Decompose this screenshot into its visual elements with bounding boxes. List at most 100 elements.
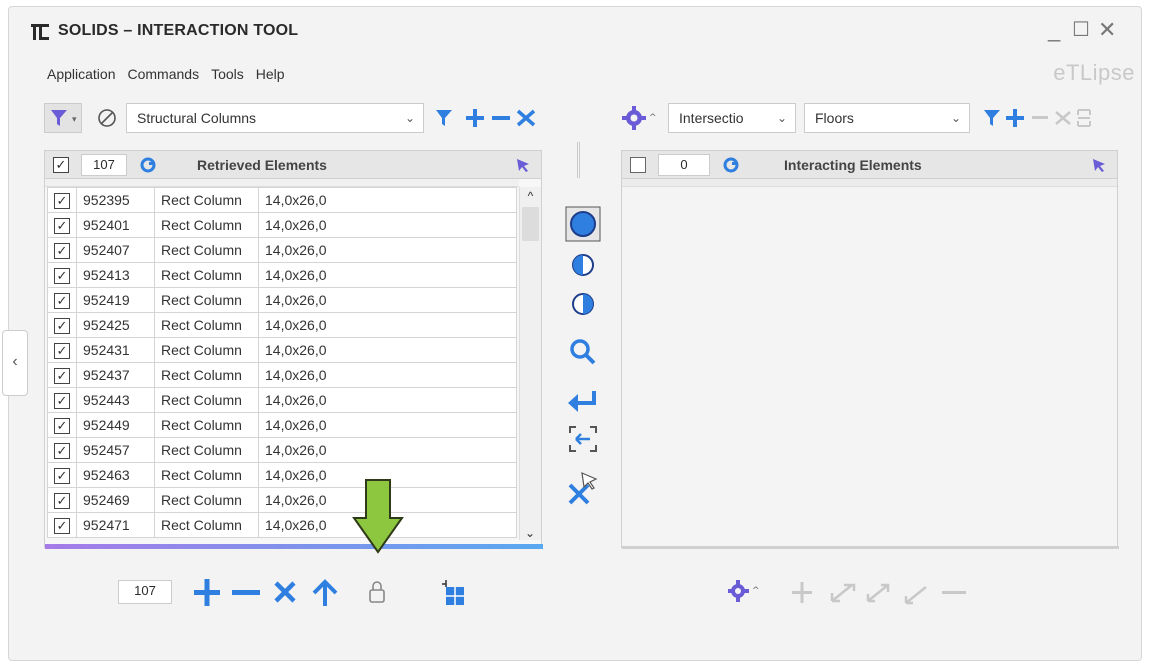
row-checkbox[interactable]: ✓: [54, 467, 70, 484]
no-filter-icon[interactable]: [95, 106, 119, 130]
menu-application[interactable]: Application: [47, 66, 116, 82]
panel-accent-bar: [45, 544, 543, 549]
refresh-icon[interactable]: [722, 156, 740, 174]
filter-dropdown-button[interactable]: ▾: [44, 103, 82, 133]
left-half-icon[interactable]: [572, 254, 594, 276]
menu-commands[interactable]: Commands: [128, 66, 200, 82]
select-all-checkbox[interactable]: ✓: [53, 156, 69, 173]
lock-icon[interactable]: [369, 581, 385, 603]
row-checkbox-cell: ✓: [47, 312, 77, 338]
table-row[interactable]: ✓ 952407 Rect Column 14,0x26,0: [47, 237, 517, 263]
left-bottom-toolbar: [194, 579, 464, 606]
mode-dropdown[interactable]: Intersectio ⌄: [668, 103, 796, 133]
table-row[interactable]: ✓ 952469 Rect Column 14,0x26,0: [47, 487, 517, 513]
row-checkbox[interactable]: ✓: [54, 392, 70, 409]
row-checkbox-cell: ✓: [47, 262, 77, 288]
row-checkbox[interactable]: ✓: [54, 217, 70, 234]
element-size-cell: 14,0x26,0: [258, 387, 517, 413]
full-intersection-icon[interactable]: [565, 206, 601, 242]
arrow-up-icon[interactable]: [312, 579, 338, 606]
add-icon: [792, 582, 812, 603]
highlight-arrow: [352, 479, 404, 554]
table-row[interactable]: ✓ 952425 Rect Column 14,0x26,0: [47, 312, 517, 338]
select-into-icon[interactable]: [569, 426, 597, 452]
row-checkbox-cell: ✓: [47, 287, 77, 313]
brand-logo: eTLipse: [1053, 60, 1135, 85]
panel-bottom-bar: [622, 546, 1119, 549]
row-checkbox[interactable]: ✓: [54, 367, 70, 384]
target-category-dropdown[interactable]: Floors ⌄: [804, 103, 970, 133]
interacting-header: 0 Interacting Elements: [622, 151, 1117, 179]
row-checkbox[interactable]: ✓: [54, 292, 70, 309]
add-icon[interactable]: [194, 579, 220, 606]
row-checkbox[interactable]: ✓: [54, 267, 70, 284]
remove-icon[interactable]: [232, 590, 260, 595]
svg-text:^: ^: [649, 113, 657, 123]
retrieved-header: ✓ 107 Retrieved Elements: [45, 151, 541, 179]
row-checkbox[interactable]: ✓: [54, 317, 70, 334]
table-row[interactable]: ✓ 952431 Rect Column 14,0x26,0: [47, 337, 517, 363]
table-row[interactable]: ✓ 952449 Rect Column 14,0x26,0: [47, 412, 517, 438]
table-row[interactable]: ✓ 952395 Rect Column 14,0x26,0: [47, 187, 517, 213]
interacting-title: Interacting Elements: [784, 156, 922, 173]
clear-icon[interactable]: [274, 581, 296, 603]
return-arrow-icon[interactable]: [568, 391, 596, 412]
add-icon[interactable]: [466, 109, 484, 127]
row-checkbox-cell: ✓: [47, 237, 77, 263]
element-id-cell: 952437: [76, 362, 155, 388]
minimize-button[interactable]: _: [1048, 18, 1060, 42]
element-id-cell: 952471: [76, 512, 155, 538]
add-icon[interactable]: [1006, 109, 1024, 127]
category-dropdown[interactable]: Structural Columns ⌄: [126, 103, 424, 133]
table-row[interactable]: ✓ 952457 Rect Column 14,0x26,0: [47, 437, 517, 463]
filter-add-icon[interactable]: [436, 110, 452, 126]
vertical-scrollbar[interactable]: ^ ⌄: [519, 187, 541, 540]
filter-add-icon[interactable]: [984, 110, 1000, 126]
remove-icon[interactable]: [492, 116, 510, 120]
maximize-button[interactable]: ☐: [1072, 18, 1090, 42]
row-checkbox-cell: ✓: [47, 362, 77, 388]
table-row[interactable]: ✓ 952471 Rect Column 14,0x26,0: [47, 512, 517, 538]
clear-selection-icon[interactable]: [568, 472, 598, 505]
table-row[interactable]: ✓ 952437 Rect Column 14,0x26,0: [47, 362, 517, 388]
scroll-down-icon[interactable]: ⌄: [520, 526, 540, 540]
right-half-icon[interactable]: [572, 293, 594, 315]
table-row[interactable]: ✓ 952401 Rect Column 14,0x26,0: [47, 212, 517, 238]
row-checkbox[interactable]: ✓: [54, 417, 70, 434]
row-checkbox[interactable]: ✓: [54, 242, 70, 259]
row-checkbox[interactable]: ✓: [54, 192, 70, 209]
table-row[interactable]: ✓ 952413 Rect Column 14,0x26,0: [47, 262, 517, 288]
gear-icon[interactable]: ^: [728, 580, 760, 602]
clear-icon[interactable]: [516, 109, 536, 127]
menu-bar: Application Commands Tools Help: [47, 66, 285, 82]
select-all-checkbox[interactable]: [630, 156, 646, 173]
middle-toolbar: [565, 206, 601, 505]
scroll-thumb[interactable]: [522, 207, 539, 241]
table-row[interactable]: ✓ 952463 Rect Column 14,0x26,0: [47, 462, 517, 488]
table-row[interactable]: ✓ 952443 Rect Column 14,0x26,0: [47, 387, 517, 413]
select-cursor-icon[interactable]: [515, 157, 531, 173]
search-icon[interactable]: [570, 339, 596, 365]
scroll-up-icon[interactable]: ^: [520, 189, 541, 203]
element-size-cell: 14,0x26,0: [258, 312, 517, 338]
menu-help[interactable]: Help: [256, 66, 285, 82]
row-checkbox[interactable]: ✓: [54, 517, 70, 534]
element-size-cell: 14,0x26,0: [258, 337, 517, 363]
refresh-icon[interactable]: [139, 156, 157, 174]
grid-select-icon[interactable]: [442, 580, 464, 605]
select-cursor-icon[interactable]: [1091, 157, 1107, 173]
row-checkbox-cell: ✓: [47, 462, 77, 488]
transfer-down-icon: [830, 583, 856, 603]
panel-splitter[interactable]: [577, 142, 580, 178]
settings-dropdown-button[interactable]: ^: [622, 106, 662, 132]
close-button[interactable]: ✕: [1098, 18, 1116, 42]
row-checkbox[interactable]: ✓: [54, 342, 70, 359]
window-title: SOLIDS – INTERACTION TOOL: [58, 22, 299, 39]
clear-icon: [1055, 111, 1071, 125]
menu-tools[interactable]: Tools: [211, 66, 244, 82]
table-row[interactable]: ✓ 952419 Rect Column 14,0x26,0: [47, 287, 517, 313]
row-checkbox[interactable]: ✓: [54, 442, 70, 459]
row-checkbox[interactable]: ✓: [54, 492, 70, 509]
chevron-down-icon: ⌄: [950, 111, 962, 125]
collapse-side-tab[interactable]: ‹: [2, 330, 28, 396]
